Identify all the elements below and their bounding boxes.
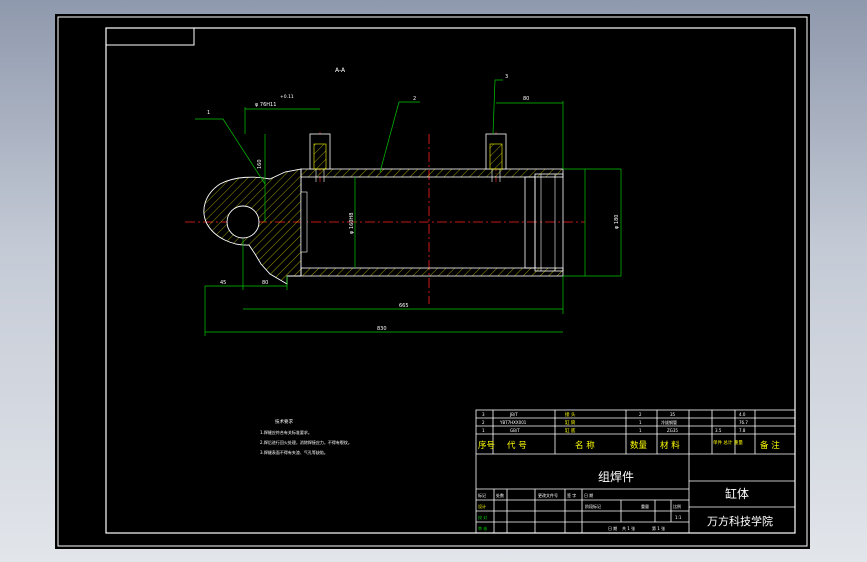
assembly-title: 组焊件: [598, 469, 634, 484]
svg-text:签 字: 签 字: [567, 492, 576, 498]
bom-row-name: 接 头: [565, 411, 576, 418]
section-label: A-A: [335, 67, 346, 74]
bottom-recess: [300, 191, 308, 253]
bom-row-no: 1: [482, 428, 485, 433]
svg-text:日 期: 日 期: [584, 492, 593, 498]
svg-text:审 核: 审 核: [478, 525, 487, 531]
dim-665: 665: [399, 303, 409, 309]
bom-row-mat: 冷拔钢管: [661, 419, 677, 425]
svg-text:重量: 重量: [641, 503, 649, 509]
leader-2: 2: [413, 96, 416, 102]
svg-text:校 对: 校 对: [478, 514, 487, 520]
svg-text:标记: 标记: [478, 492, 486, 498]
svg-text:1.焊缝应符合有关标准要求。: 1.焊缝应符合有关标准要求。: [260, 429, 312, 435]
leader-3: 3: [505, 74, 508, 80]
leader-lines: [195, 79, 503, 185]
bom-row-mat: 35: [670, 412, 676, 417]
tube-end: [534, 173, 564, 272]
bom-row-no: 3: [482, 412, 485, 417]
school-name: 万方科技学院: [707, 514, 773, 528]
bom-row-qty: 2: [639, 412, 642, 417]
weight-cell: 4.0: [739, 412, 746, 417]
dim-80: 80: [262, 280, 268, 286]
bom-row-code: YBT7HXX001: [499, 420, 527, 425]
dim-830: 830: [377, 326, 387, 332]
svg-text:处数: 处数: [496, 492, 504, 498]
bom-row-mat: ZG35: [667, 428, 678, 433]
svg-text:1:1: 1:1: [675, 515, 682, 520]
dim-top-tol: +0.11: [280, 94, 294, 100]
svg-text:单件 总计 重量: 单件 总计 重量: [713, 439, 743, 446]
tube-wall-top: [300, 168, 564, 178]
svg-text:备 注: 备 注: [760, 440, 780, 451]
svg-text:名 称: 名 称: [575, 440, 595, 451]
bom-row-code: GB/T: [510, 428, 520, 433]
svg-text:技术要求: 技术要求: [275, 418, 293, 425]
svg-text:序号: 序号: [478, 440, 495, 451]
weight-cell: 7.8: [739, 428, 746, 433]
tube-flange: [524, 176, 536, 269]
weight-cell: 76.7: [739, 420, 748, 425]
svg-text:3.焊缝表面不得有夹渣、气孔等缺陷。: 3.焊缝表面不得有夹渣、气孔等缺陷。: [260, 449, 328, 455]
cad-drawing: A-A 1 2 3 φ 76H11 +0.11 80 160 φ 160H8 φ…: [57, 16, 808, 547]
bom-rows: 3 JB/T 接 头 2 35 2 YBT7HXX001 缸 筒 1 冷拔钢管 …: [482, 411, 748, 434]
weight-cell: 3.5: [715, 428, 722, 433]
dim-right-top: 80: [523, 96, 529, 102]
svg-text:数量: 数量: [630, 440, 648, 451]
bom-row-name: 缸 底: [565, 427, 576, 434]
bom-row-code: JB/T: [509, 412, 518, 417]
svg-text:日 期: 日 期: [608, 525, 617, 531]
drawing-canvas[interactable]: A-A 1 2 3 φ 76H11 +0.11 80 160 φ 160H8 φ…: [55, 14, 810, 549]
svg-text:比例: 比例: [673, 503, 681, 509]
clevis-pin-hole: [226, 205, 260, 239]
dim-outer: φ 180: [614, 215, 620, 229]
svg-text:更改文件号: 更改文件号: [538, 492, 558, 498]
dim-top-dia: φ 76H11: [255, 102, 276, 108]
svg-text:代 号: 代 号: [507, 440, 527, 451]
svg-text:共 1 张: 共 1 张: [622, 525, 635, 531]
svg-text:第 1 张: 第 1 张: [652, 525, 665, 531]
part-name: 缸体: [725, 486, 749, 501]
dim-left-vert: 160: [257, 159, 263, 169]
dim-45: 45: [220, 280, 226, 286]
tech-notes: 技术要求 1.焊缝应符合有关标准要求。 2.焊后进行回火处理，消除焊接应力，不得…: [260, 418, 352, 455]
svg-text:阶段标记: 阶段标记: [585, 503, 601, 509]
svg-text:2.焊后进行回火处理，消除焊接应力，不得有裂纹。: 2.焊后进行回火处理，消除焊接应力，不得有裂纹。: [260, 439, 352, 445]
bom-row-no: 2: [482, 420, 485, 425]
bom-row-qty: 1: [639, 420, 642, 425]
dim-bore: φ 160H8: [349, 213, 355, 234]
bom-row-qty: 1: [639, 428, 642, 433]
outer-border: [57, 16, 808, 547]
code-box: [105, 27, 195, 46]
tube-wall-bottom: [300, 267, 564, 277]
svg-text:材 料: 材 料: [660, 440, 680, 451]
inner-border: [105, 27, 796, 534]
title-block-labels: 标记 处数 更改文件号 签 字 日 期 设计 校 对 审 核 日 期 共 1 张…: [478, 492, 682, 531]
bom-row-name: 缸 筒: [565, 419, 576, 426]
svg-text:设计: 设计: [478, 503, 486, 509]
leader-1: 1: [207, 110, 210, 116]
